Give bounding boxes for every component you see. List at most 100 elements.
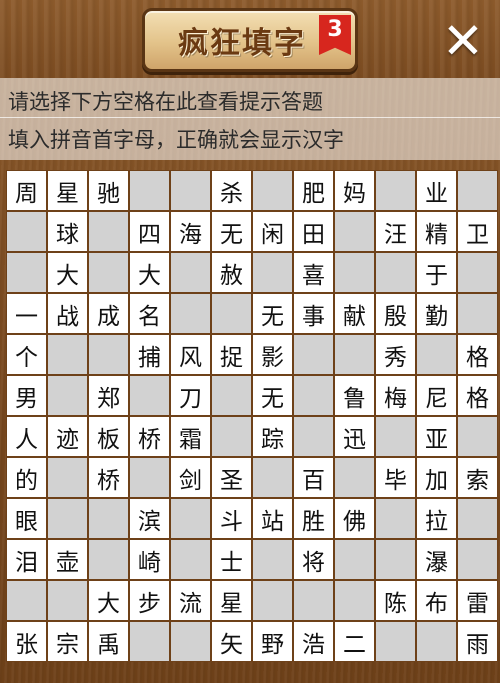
board-cell[interactable]: 大: [89, 581, 128, 620]
board-cell[interactable]: 田: [294, 212, 333, 251]
board-cell[interactable]: 海: [171, 212, 210, 251]
board-cell[interactable]: 浩: [294, 622, 333, 661]
board-cell[interactable]: [376, 417, 415, 456]
board-cell[interactable]: 瀑: [417, 540, 456, 579]
board-cell[interactable]: 汪: [376, 212, 415, 251]
board-cell[interactable]: 格: [458, 376, 497, 415]
board-cell[interactable]: 胜: [294, 499, 333, 538]
board-cell[interactable]: [48, 499, 87, 538]
board-cell[interactable]: [212, 417, 251, 456]
board-cell[interactable]: [253, 253, 292, 292]
board-cell[interactable]: [253, 540, 292, 579]
board-cell[interactable]: 球: [48, 212, 87, 251]
board-cell[interactable]: 的: [7, 458, 46, 497]
board-cell[interactable]: 捕: [130, 335, 169, 374]
board-cell[interactable]: 百: [294, 458, 333, 497]
board-cell[interactable]: 滨: [130, 499, 169, 538]
board-cell[interactable]: 郑: [89, 376, 128, 415]
board-cell[interactable]: 眼: [7, 499, 46, 538]
board-cell[interactable]: [294, 417, 333, 456]
board-cell[interactable]: 无: [253, 376, 292, 415]
board-cell[interactable]: 陈: [376, 581, 415, 620]
board-cell[interactable]: 一: [7, 294, 46, 333]
board-cell[interactable]: [417, 622, 456, 661]
board-cell[interactable]: 加: [417, 458, 456, 497]
board-cell[interactable]: 卫: [458, 212, 497, 251]
board-cell[interactable]: 星: [48, 171, 87, 210]
board-cell[interactable]: [458, 540, 497, 579]
board-cell[interactable]: 士: [212, 540, 251, 579]
board-cell[interactable]: 无: [212, 212, 251, 251]
board-cell[interactable]: 崎: [130, 540, 169, 579]
board-cell[interactable]: 流: [171, 581, 210, 620]
board-cell[interactable]: 斗: [212, 499, 251, 538]
board-cell[interactable]: [376, 622, 415, 661]
board-cell[interactable]: 板: [89, 417, 128, 456]
board-cell[interactable]: 迹: [48, 417, 87, 456]
board-cell[interactable]: [376, 499, 415, 538]
board-cell[interactable]: 捉: [212, 335, 251, 374]
board-cell[interactable]: [89, 212, 128, 251]
board-cell[interactable]: [335, 540, 374, 579]
board-cell[interactable]: 步: [130, 581, 169, 620]
board-cell[interactable]: 剑: [171, 458, 210, 497]
board-cell[interactable]: [376, 253, 415, 292]
board-cell[interactable]: 个: [7, 335, 46, 374]
board-cell[interactable]: 鲁: [335, 376, 374, 415]
board-cell[interactable]: [130, 458, 169, 497]
board-cell[interactable]: 踪: [253, 417, 292, 456]
board-cell[interactable]: 圣: [212, 458, 251, 497]
board-cell[interactable]: [171, 171, 210, 210]
board-cell[interactable]: 桥: [89, 458, 128, 497]
board-cell[interactable]: [417, 335, 456, 374]
board-cell[interactable]: 桥: [130, 417, 169, 456]
board-cell[interactable]: [171, 253, 210, 292]
board-cell[interactable]: [48, 458, 87, 497]
board-cell[interactable]: 大: [130, 253, 169, 292]
board-cell[interactable]: 星: [212, 581, 251, 620]
board-cell[interactable]: [212, 376, 251, 415]
board-cell[interactable]: 殷: [376, 294, 415, 333]
board-cell[interactable]: [458, 253, 497, 292]
board-cell[interactable]: [89, 253, 128, 292]
board-cell[interactable]: 妈: [335, 171, 374, 210]
board-cell[interactable]: 驰: [89, 171, 128, 210]
board-cell[interactable]: 佛: [335, 499, 374, 538]
board-cell[interactable]: 喜: [294, 253, 333, 292]
board-cell[interactable]: [7, 253, 46, 292]
board-cell[interactable]: [253, 458, 292, 497]
board-cell[interactable]: 肥: [294, 171, 333, 210]
board-cell[interactable]: 闲: [253, 212, 292, 251]
board-cell[interactable]: [48, 335, 87, 374]
board-cell[interactable]: [458, 499, 497, 538]
close-icon[interactable]: ✕: [440, 16, 486, 66]
board-cell[interactable]: [7, 212, 46, 251]
board-cell[interactable]: 二: [335, 622, 374, 661]
board-cell[interactable]: 于: [417, 253, 456, 292]
board-cell[interactable]: 秀: [376, 335, 415, 374]
board-cell[interactable]: 事: [294, 294, 333, 333]
board-cell[interactable]: 矢: [212, 622, 251, 661]
board-cell[interactable]: [89, 499, 128, 538]
board-cell[interactable]: 业: [417, 171, 456, 210]
board-cell[interactable]: 将: [294, 540, 333, 579]
board-cell[interactable]: 雨: [458, 622, 497, 661]
board-cell[interactable]: [7, 581, 46, 620]
board-cell[interactable]: [335, 458, 374, 497]
board-cell[interactable]: [48, 376, 87, 415]
board-cell[interactable]: 梅: [376, 376, 415, 415]
board-cell[interactable]: 男: [7, 376, 46, 415]
board-cell[interactable]: [253, 171, 292, 210]
board-cell[interactable]: 布: [417, 581, 456, 620]
board-cell[interactable]: [335, 335, 374, 374]
board-cell[interactable]: [335, 212, 374, 251]
board-cell[interactable]: 刀: [171, 376, 210, 415]
board-cell[interactable]: 四: [130, 212, 169, 251]
board-cell[interactable]: [89, 335, 128, 374]
board-cell[interactable]: 张: [7, 622, 46, 661]
board-cell[interactable]: [335, 581, 374, 620]
board-cell[interactable]: [48, 581, 87, 620]
board-cell[interactable]: 站: [253, 499, 292, 538]
board-cell[interactable]: 毕: [376, 458, 415, 497]
board-cell[interactable]: 泪: [7, 540, 46, 579]
